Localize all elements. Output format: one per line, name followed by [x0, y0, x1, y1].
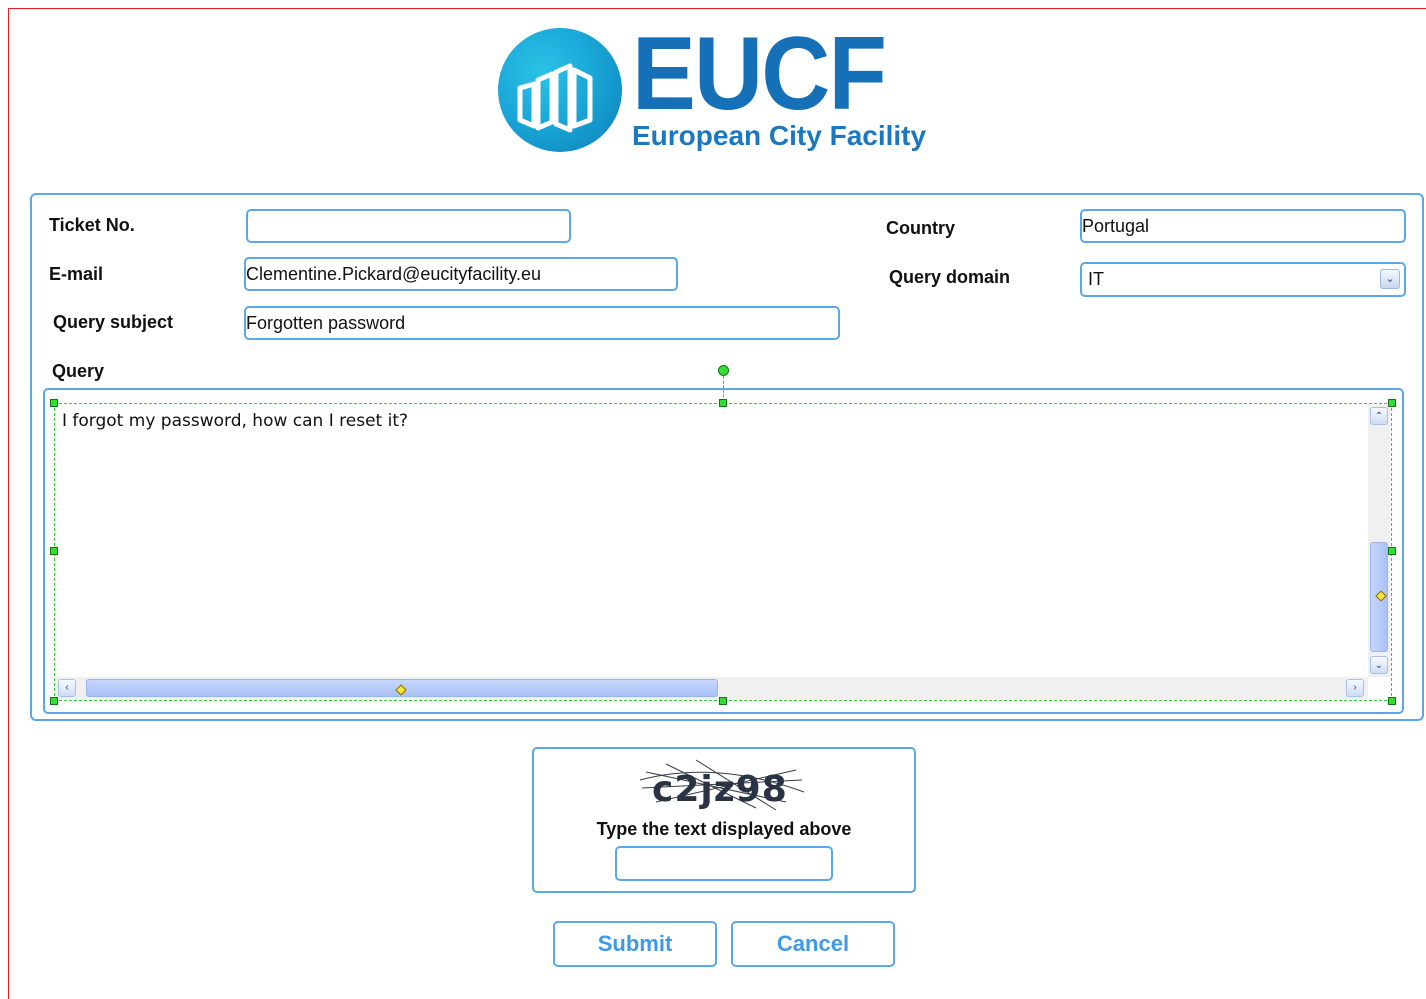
scroll-up-icon[interactable]: ⌃: [1370, 407, 1388, 425]
query-domain-select[interactable]: IT ⌄: [1080, 262, 1406, 297]
resize-handle-bottom[interactable]: [719, 697, 727, 705]
query-text[interactable]: I forgot my password, how can I reset it…: [62, 411, 408, 431]
resize-handle-top-left[interactable]: [50, 399, 58, 407]
query-subject-label: Query subject: [53, 312, 174, 332]
resize-handle-left[interactable]: [50, 547, 58, 555]
captcha-input[interactable]: [615, 846, 833, 881]
query-subject-input[interactable]: [244, 306, 840, 340]
rotate-handle[interactable]: [718, 365, 729, 376]
logo-subtitle: European City Facility: [632, 120, 927, 151]
resize-handle-bottom-right[interactable]: [1388, 697, 1396, 705]
scroll-left-icon[interactable]: ‹: [58, 679, 76, 697]
email-input[interactable]: [244, 257, 678, 291]
scroll-down-icon[interactable]: ⌄: [1370, 656, 1388, 674]
resize-handle-right[interactable]: [1388, 547, 1396, 555]
eucf-logo-icon: [498, 28, 622, 152]
country-label: Country: [886, 218, 955, 238]
resize-handle-bottom-left[interactable]: [50, 697, 58, 705]
captcha-image: c2jz98: [639, 759, 805, 811]
resize-handle-top[interactable]: [719, 399, 727, 407]
country-input[interactable]: [1080, 209, 1406, 243]
horizontal-scrollbar[interactable]: ‹ ›: [56, 677, 1368, 699]
scroll-right-icon[interactable]: ›: [1346, 679, 1364, 697]
cancel-button[interactable]: Cancel: [731, 921, 895, 967]
query-domain-value: IT: [1088, 269, 1104, 289]
email-label: E-mail: [49, 264, 104, 284]
query-label: Query: [52, 361, 105, 381]
query-domain-label: Query domain: [889, 267, 1011, 287]
captcha-instruction: Type the text displayed above: [596, 819, 852, 839]
logo-wordmark: EUCF: [632, 16, 887, 132]
ticket-no-label: Ticket No.: [49, 215, 135, 235]
resize-handle-top-right[interactable]: [1388, 399, 1396, 407]
ticket-no-input[interactable]: [246, 209, 571, 243]
vertical-scrollbar[interactable]: ⌃ ⌄: [1368, 405, 1390, 677]
selection-outline: [54, 403, 1392, 701]
chevron-down-icon[interactable]: ⌄: [1380, 269, 1400, 289]
submit-button[interactable]: Submit: [553, 921, 717, 967]
captcha-text: c2jz98: [652, 769, 788, 810]
